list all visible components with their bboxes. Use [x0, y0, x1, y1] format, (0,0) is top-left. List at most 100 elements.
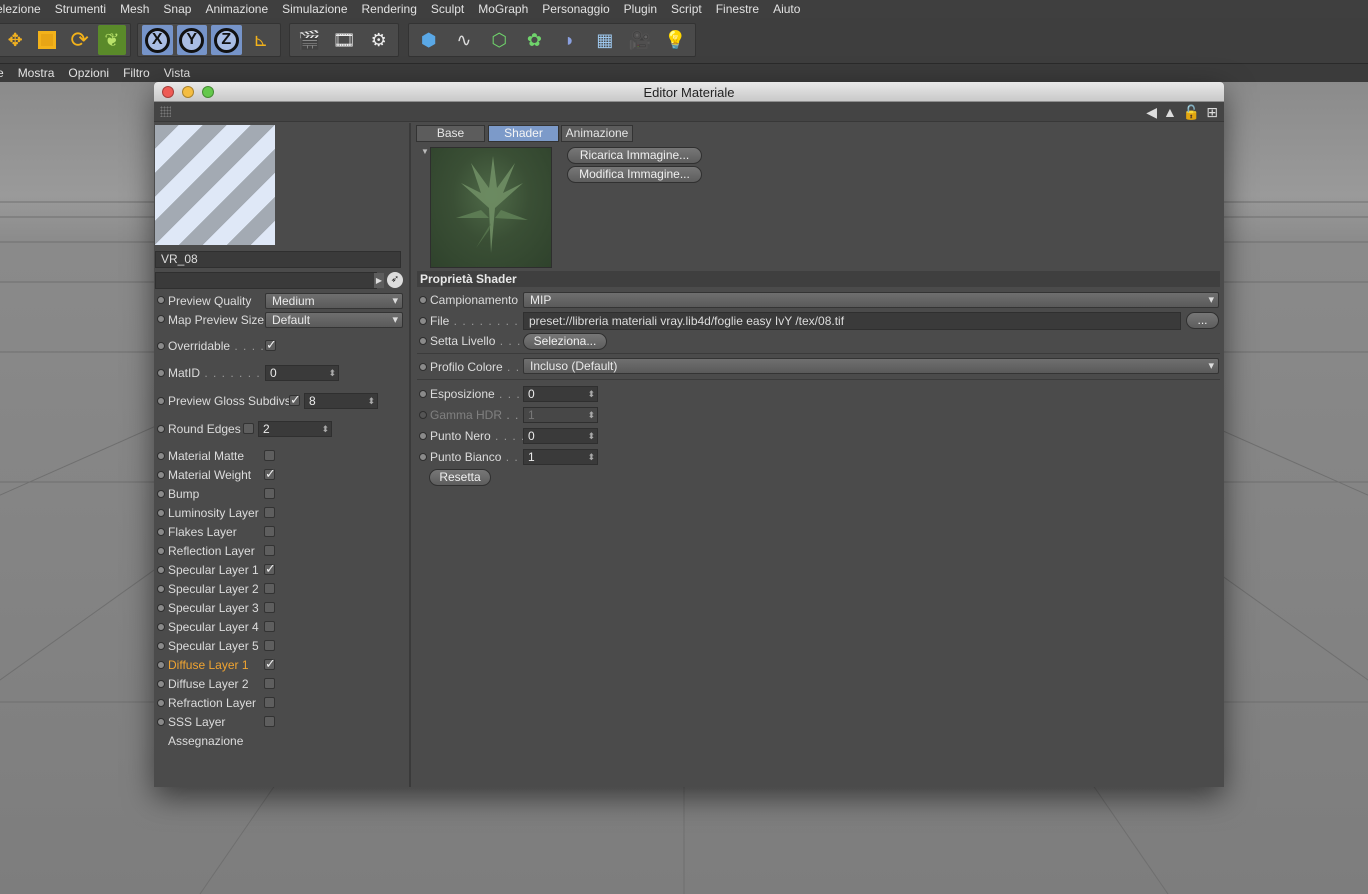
material-preview[interactable]	[155, 125, 275, 245]
file-path-field[interactable]: preset://libreria materiali vray.lib4d/f…	[523, 312, 1181, 330]
layer-checkbox[interactable]	[264, 561, 276, 577]
new-window-icon[interactable]: ⊞	[1206, 104, 1218, 121]
layer-label[interactable]: Specular Layer 3	[168, 601, 259, 615]
layer-label[interactable]: Luminosity Layer	[168, 506, 259, 520]
coordinate-system-icon[interactable]: ⊾	[246, 25, 277, 55]
layer-label[interactable]: Diffuse Layer 1	[168, 658, 249, 672]
anim-dot[interactable]	[419, 363, 427, 371]
anim-dot[interactable]	[157, 528, 165, 536]
layer-label[interactable]: Diffuse Layer 2	[168, 677, 249, 691]
layer-label[interactable]: SSS Layer	[168, 715, 225, 729]
anim-dot[interactable]	[157, 661, 165, 669]
sampling-dropdown[interactable]: MIP	[523, 292, 1219, 308]
preview-quality-dropdown[interactable]: Medium	[265, 293, 403, 309]
white-point-spinner[interactable]: 1	[523, 449, 598, 465]
viewport-menu-item[interactable]: Filtro	[116, 66, 157, 80]
layer-label[interactable]: Specular Layer 5	[168, 639, 259, 653]
assignment-label[interactable]: Assegnazione	[168, 734, 243, 748]
anim-dot[interactable]	[157, 397, 165, 405]
material-link-field[interactable]	[155, 272, 377, 289]
layer-checkbox[interactable]	[264, 583, 275, 594]
anim-dot[interactable]	[419, 296, 427, 304]
anim-dot[interactable]	[157, 566, 165, 574]
layer-checkbox[interactable]	[264, 466, 276, 482]
menu-item[interactable]: Animazione	[198, 2, 275, 16]
select-level-button[interactable]: Seleziona...	[523, 333, 607, 350]
layer-label[interactable]: Material Weight	[168, 468, 251, 482]
link-arrow-icon[interactable]: ▶	[374, 273, 384, 288]
preview-gloss-spinner[interactable]: 8	[304, 393, 378, 409]
render-picture-viewer-icon[interactable]: 🎞	[329, 25, 360, 55]
menu-item[interactable]: Simulazione	[275, 2, 354, 16]
cloner-icon[interactable]: ✿	[519, 25, 550, 55]
viewport-menu-item[interactable]: Opzioni	[61, 66, 116, 80]
anim-dot[interactable]	[157, 718, 165, 726]
cube-primitive-icon[interactable]: ⬢	[413, 25, 444, 55]
subdivision-surface-icon[interactable]: ⬡	[484, 25, 515, 55]
menu-item[interactable]: Plugin	[617, 2, 664, 16]
layer-checkbox[interactable]	[264, 621, 275, 632]
map-preview-size-dropdown[interactable]: Default	[265, 312, 403, 328]
anim-dot[interactable]	[157, 425, 165, 433]
round-edges-checkbox[interactable]	[243, 423, 254, 434]
anim-dot[interactable]	[157, 680, 165, 688]
anim-dot[interactable]	[419, 453, 427, 461]
anim-dot[interactable]	[157, 471, 165, 479]
anim-dot[interactable]	[157, 547, 165, 555]
anim-dot[interactable]	[419, 432, 427, 440]
edit-image-button[interactable]: Modifica Immagine...	[567, 166, 702, 183]
menu-item[interactable]: Rendering	[355, 2, 424, 16]
layer-label[interactable]: Refraction Layer	[168, 696, 256, 710]
collapse-triangle-icon[interactable]: ▼	[421, 147, 429, 156]
axis-y-toggle[interactable]: Y	[176, 25, 207, 55]
anim-dot[interactable]	[157, 623, 165, 631]
anim-dot[interactable]	[157, 315, 165, 323]
matid-spinner[interactable]: 0	[265, 365, 339, 381]
layer-checkbox[interactable]	[264, 678, 275, 689]
menu-item[interactable]: Finestre	[709, 2, 766, 16]
exposure-spinner[interactable]: 0	[523, 386, 598, 402]
axis-x-toggle[interactable]: X	[142, 25, 173, 55]
layer-label[interactable]: Flakes Layer	[168, 525, 237, 539]
reset-button[interactable]: Resetta	[429, 469, 491, 486]
menu-item[interactable]: MoGraph	[471, 2, 535, 16]
layer-checkbox[interactable]	[264, 545, 275, 556]
layer-checkbox[interactable]	[264, 602, 275, 613]
scale-tool-icon[interactable]	[33, 25, 61, 55]
layer-label[interactable]: Specular Layer 2	[168, 582, 259, 596]
menu-item[interactable]: Snap	[156, 2, 198, 16]
anim-dot[interactable]	[157, 452, 165, 460]
preview-gloss-checkbox[interactable]	[289, 392, 301, 408]
layer-checkbox[interactable]	[264, 450, 275, 461]
anim-dot[interactable]	[157, 642, 165, 650]
reload-image-button[interactable]: Ricarica Immagine...	[567, 147, 702, 164]
layer-checkbox[interactable]	[264, 716, 275, 727]
render-settings-icon[interactable]: ⚙	[363, 25, 394, 55]
viewport-menu-item[interactable]: Mostra	[11, 66, 62, 80]
viewport-menu-item[interactable]: e	[0, 66, 11, 80]
tab-animazione[interactable]: Animazione	[561, 125, 633, 142]
layer-checkbox[interactable]	[264, 640, 275, 651]
tab-shader[interactable]: Shader	[488, 125, 559, 142]
render-view-icon[interactable]: 🎬	[294, 25, 325, 55]
drag-grip-icon[interactable]	[160, 106, 171, 117]
viewport-menu-item[interactable]: Vista	[157, 66, 197, 80]
move-tool-icon[interactable]: ✥	[1, 25, 29, 55]
menu-item[interactable]: Personaggio	[535, 2, 616, 16]
anim-dot[interactable]	[157, 604, 165, 612]
layer-label[interactable]: Reflection Layer	[168, 544, 255, 558]
deformer-icon[interactable]: ◗	[554, 25, 585, 55]
layer-checkbox[interactable]	[264, 656, 276, 672]
up-arrow-icon[interactable]: ▲	[1163, 104, 1177, 121]
layer-label[interactable]: Specular Layer 1	[168, 563, 259, 577]
window-titlebar[interactable]: Editor Materiale	[154, 82, 1224, 102]
axis-z-toggle[interactable]: Z	[211, 25, 242, 55]
menu-item[interactable]: Script	[664, 2, 709, 16]
anim-dot[interactable]	[419, 337, 427, 345]
anim-dot[interactable]	[157, 699, 165, 707]
browse-file-button[interactable]: ...	[1186, 312, 1219, 329]
menu-item[interactable]: Strumenti	[48, 2, 113, 16]
layer-checkbox[interactable]	[264, 488, 275, 499]
menu-item[interactable]: elezione	[0, 2, 48, 16]
anim-dot[interactable]	[157, 369, 165, 377]
